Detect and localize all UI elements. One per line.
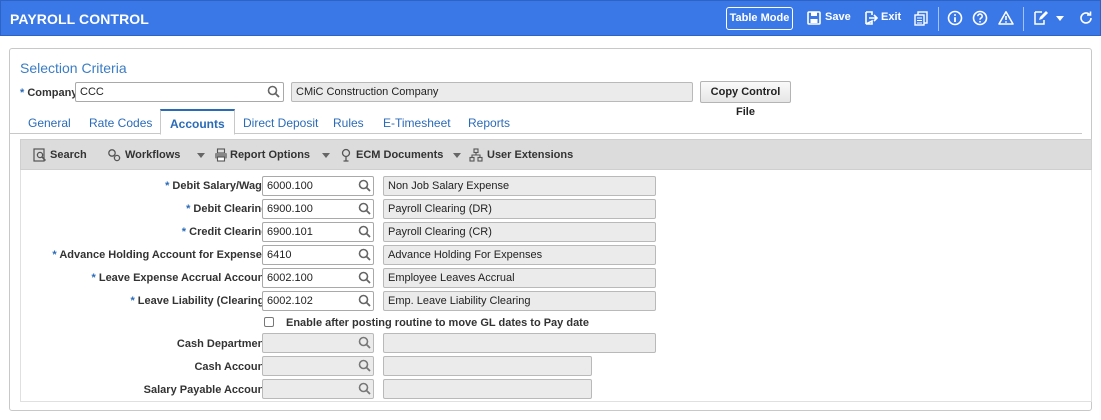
chevron-down-icon[interactable] [197, 153, 205, 158]
user-extensions-button[interactable]: User Extensions [487, 149, 573, 161]
app-title: PAYROLL CONTROL [10, 11, 149, 27]
advance-holding-desc: Advance Holding For Expenses [383, 245, 656, 265]
cash-department-desc [383, 333, 656, 353]
ecm-documents-button[interactable]: ECM Documents [356, 149, 443, 161]
tab-general[interactable]: General [28, 116, 71, 130]
search-icon[interactable] [356, 246, 374, 264]
search-icon[interactable] [33, 148, 47, 162]
tab-accounts[interactable]: Accounts [160, 109, 235, 135]
field-label: * Debit Salary/Wage [165, 180, 268, 192]
company-input[interactable]: CCC [75, 82, 284, 102]
search-icon[interactable] [265, 83, 283, 101]
tab-rate-codes[interactable]: Rate Codes [89, 116, 152, 130]
help-icon[interactable] [972, 10, 988, 26]
search-icon[interactable] [356, 357, 374, 375]
tab-reports[interactable]: Reports [468, 116, 510, 130]
company-label: * Company [20, 87, 77, 99]
exit-button[interactable]: Exit [881, 11, 901, 23]
tab-e-timesheet[interactable]: E-Timesheet [383, 116, 451, 130]
info-icon[interactable] [947, 10, 963, 26]
refresh-icon[interactable] [1078, 10, 1094, 26]
credit-clearing-desc: Payroll Clearing (CR) [383, 222, 656, 242]
tab-rules[interactable]: Rules [333, 116, 364, 130]
salary-payable-desc [383, 379, 592, 399]
chevron-down-icon[interactable] [1052, 10, 1068, 26]
search-icon[interactable] [356, 334, 374, 352]
report-options-button[interactable]: Report Options [230, 149, 310, 161]
section-title: Selection Criteria [20, 60, 127, 76]
cash-account-label: Cash Account [194, 361, 268, 373]
search-icon[interactable] [356, 269, 374, 287]
search-icon[interactable] [356, 200, 374, 218]
company-label-text: Company [27, 87, 78, 99]
cash-account-desc [383, 356, 592, 376]
search-icon[interactable] [356, 177, 374, 195]
edit-icon[interactable] [1032, 10, 1048, 26]
tab-direct-deposit[interactable]: Direct Deposit [243, 116, 318, 130]
search-icon[interactable] [356, 380, 374, 398]
company-name-field: CMiC Construction Company [291, 82, 693, 102]
search-icon[interactable] [356, 292, 374, 310]
field-label: * Debit Clearing [186, 203, 268, 215]
toolbar-divider [1023, 7, 1024, 31]
printer-icon[interactable] [214, 148, 228, 162]
copy-icon[interactable] [913, 10, 929, 26]
gl-date-checkbox[interactable] [264, 317, 274, 327]
salary-payable-label: Salary Payable Account [143, 384, 268, 396]
search-icon[interactable] [356, 223, 374, 241]
exit-icon[interactable] [863, 10, 879, 26]
search-button[interactable]: Search [50, 149, 87, 161]
chevron-down-icon[interactable] [453, 153, 461, 158]
action-toolbar: Search Workflows Report Options ECM Docu… [20, 139, 1092, 170]
warning-icon[interactable] [998, 10, 1014, 26]
accounts-form: * Debit Salary/Wage 6000.100 Non Job Sal… [20, 170, 1092, 402]
field-label: * Leave Expense Accrual Account [91, 272, 269, 284]
debit-clearing-desc: Payroll Clearing (DR) [383, 199, 656, 219]
toolbar-divider [938, 7, 939, 31]
main-panel: Selection Criteria * Company CCC CMiC Co… [9, 48, 1092, 411]
workflows-button[interactable]: Workflows [125, 149, 180, 161]
field-label: * Credit Clearing [181, 226, 268, 238]
user-extensions-icon[interactable] [469, 148, 483, 162]
field-label: * Advance Holding Account for Expenses [52, 249, 268, 261]
workflows-icon[interactable] [107, 148, 121, 162]
save-button[interactable]: Save [825, 11, 851, 23]
table-mode-button[interactable]: Table Mode [726, 7, 793, 30]
app-header: PAYROLL CONTROL Table Mode Save Exit [0, 0, 1101, 36]
leave-expense-accrual-desc: Employee Leaves Accrual [383, 268, 656, 288]
field-label: * Leave Liability (Clearing) [130, 295, 268, 307]
leave-liability-desc: Emp. Leave Liability Clearing [383, 291, 656, 311]
cash-department-label: Cash Department [176, 338, 268, 350]
chevron-down-icon[interactable] [322, 153, 330, 158]
tab-bar: General Rate Codes Accounts Direct Depos… [10, 109, 1082, 135]
ecm-documents-icon[interactable] [339, 148, 353, 162]
debit-salary-wage-desc: Non Job Salary Expense [383, 176, 656, 196]
save-icon[interactable] [806, 10, 822, 26]
copy-control-file-button[interactable]: Copy Control File [700, 81, 791, 118]
gl-date-checkbox-label: Enable after posting routine to move GL … [286, 317, 589, 329]
